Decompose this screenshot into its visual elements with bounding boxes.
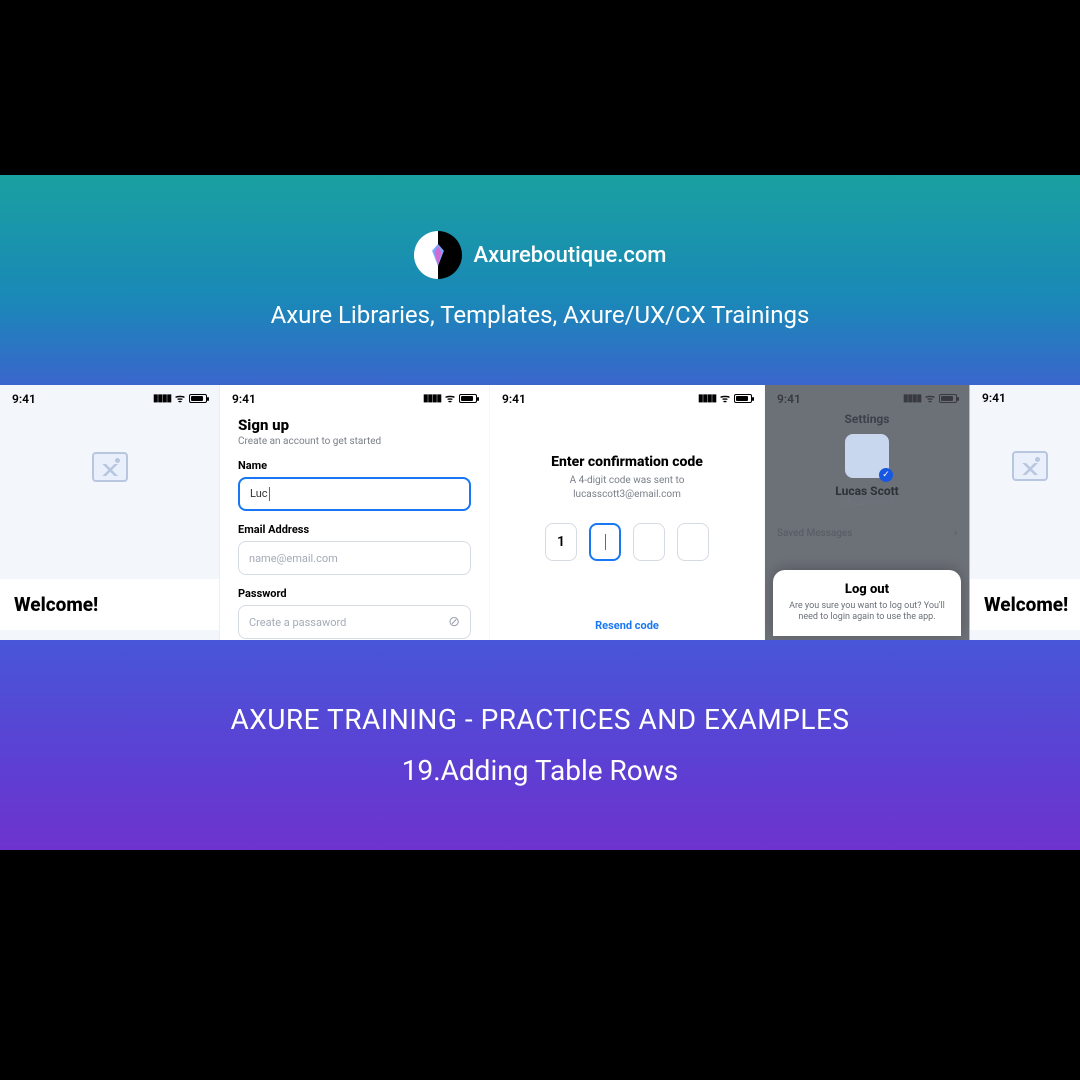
verified-badge-icon: ✓ [879, 468, 893, 482]
status-time: 9:41 [502, 392, 526, 406]
status-time: 9:41 [12, 392, 36, 406]
image-placeholder-icon [92, 452, 128, 482]
signal-icon: ▮▮▮▮ [423, 393, 441, 404]
avatar-icon: ✓ [845, 434, 889, 478]
chevron-right-icon: › [954, 528, 957, 539]
email-placeholder: name@email.com [249, 552, 338, 565]
training-subtitle: 19.Adding Table Rows [402, 754, 679, 787]
code-box-2[interactable] [589, 523, 621, 561]
wifi-icon: ᯤ [175, 391, 185, 406]
status-indicators: ▮▮▮▮ ᯤ [153, 391, 207, 406]
status-time: 9:41 [232, 392, 256, 406]
email-label: Email Address [238, 523, 471, 536]
profile-handle: @lucasscott3 [840, 498, 895, 508]
brand-row: Axureboutique.com [414, 231, 667, 279]
confirm-subtitle: A 4-digit code was sent tolucasscott3@em… [490, 474, 764, 501]
settings-heading: Settings [765, 412, 969, 426]
saved-messages-row[interactable]: Saved Messages › [765, 522, 969, 545]
status-indicators: ▮▮▮▮ ᯤ [423, 391, 477, 406]
email-input[interactable]: name@email.com [238, 541, 471, 575]
battery-icon [189, 394, 207, 403]
battery-icon [459, 394, 477, 403]
status-bar: 9:41 ▮▮▮▮ ᯤ [220, 385, 489, 410]
mock-screen-settings: 9:41 ▮▮▮▮ᯤ Settings ✓ Lucas Scott @lucas… [765, 385, 970, 640]
welcome-title: Welcome! [970, 579, 1080, 630]
signup-title: Sign up [238, 416, 471, 434]
wifi-icon: ᯤ [720, 391, 730, 406]
mock-screen-signup: 9:41 ▮▮▮▮ ᯤ Sign up Create an account to … [220, 385, 490, 640]
battery-icon [734, 394, 752, 403]
text-caret-icon [605, 534, 606, 550]
confirm-title: Enter confirmation code [490, 454, 764, 470]
status-bar: 9:41 [970, 385, 1080, 409]
code-input-row: 1 [490, 523, 764, 561]
name-input[interactable]: Luc [238, 477, 471, 511]
text-caret-icon [269, 487, 270, 501]
status-time: 9:41 [982, 391, 1006, 405]
mock-screen-welcome-left: 9:41 ▮▮▮▮ ᯤ Welcome! [0, 385, 220, 640]
logout-title: Log out [785, 582, 949, 597]
logout-text: Are you sure you want to log out? You'll… [785, 601, 949, 624]
code-box-3[interactable] [633, 523, 665, 561]
status-bar: 9:41 ▮▮▮▮ ᯤ [0, 385, 219, 410]
welcome-title: Welcome! [0, 579, 219, 630]
signal-icon: ▮▮▮▮ [698, 393, 716, 404]
mockups-row: 9:41 ▮▮▮▮ ᯤ Welcome! 9:41 ▮▮▮▮ ᯤ Sign up C… [0, 385, 1080, 640]
signal-icon: ▮▮▮▮ [153, 393, 171, 404]
password-input[interactable]: Create a passaword ⊘ [238, 605, 471, 639]
brand-name: Axureboutique.com [474, 243, 667, 268]
saved-label: Saved Messages [777, 528, 852, 539]
mock-screen-confirmation: 9:41 ▮▮▮▮ ᯤ Enter confirmation code A 4-d… [490, 385, 765, 640]
password-label: Password [238, 587, 471, 600]
training-title: AXURE TRAINING - PRACTICES AND EXAMPLES [230, 703, 849, 736]
brand-logo-icon [414, 231, 462, 279]
footer-band: AXURE TRAINING - PRACTICES AND EXAMPLES … [0, 640, 1080, 850]
status-bar: 9:41 ▮▮▮▮ ᯤ [490, 385, 764, 410]
wifi-icon: ᯤ [445, 391, 455, 406]
signup-subtitle: Create an account to get started [238, 436, 471, 447]
header-band: Axureboutique.com Axure Libraries, Templ… [0, 175, 1080, 385]
brand-tagline: Axure Libraries, Templates, Axure/UX/CX … [271, 301, 810, 329]
mock-screen-welcome-right: 9:41 Welcome! [970, 385, 1080, 640]
logout-modal: Log out Are you sure you want to log out… [773, 570, 961, 636]
code-box-1[interactable]: 1 [545, 523, 577, 561]
resend-link[interactable]: Resend code [490, 619, 764, 632]
password-placeholder: Create a passaword [249, 616, 346, 629]
eye-off-icon[interactable]: ⊘ [448, 614, 460, 630]
name-label: Name [238, 459, 471, 472]
image-placeholder-icon [1012, 451, 1048, 481]
code-box-4[interactable] [677, 523, 709, 561]
name-value: Luc [250, 487, 268, 500]
status-indicators: ▮▮▮▮ ᯤ [698, 391, 752, 406]
profile-name: Lucas Scott [835, 484, 898, 498]
